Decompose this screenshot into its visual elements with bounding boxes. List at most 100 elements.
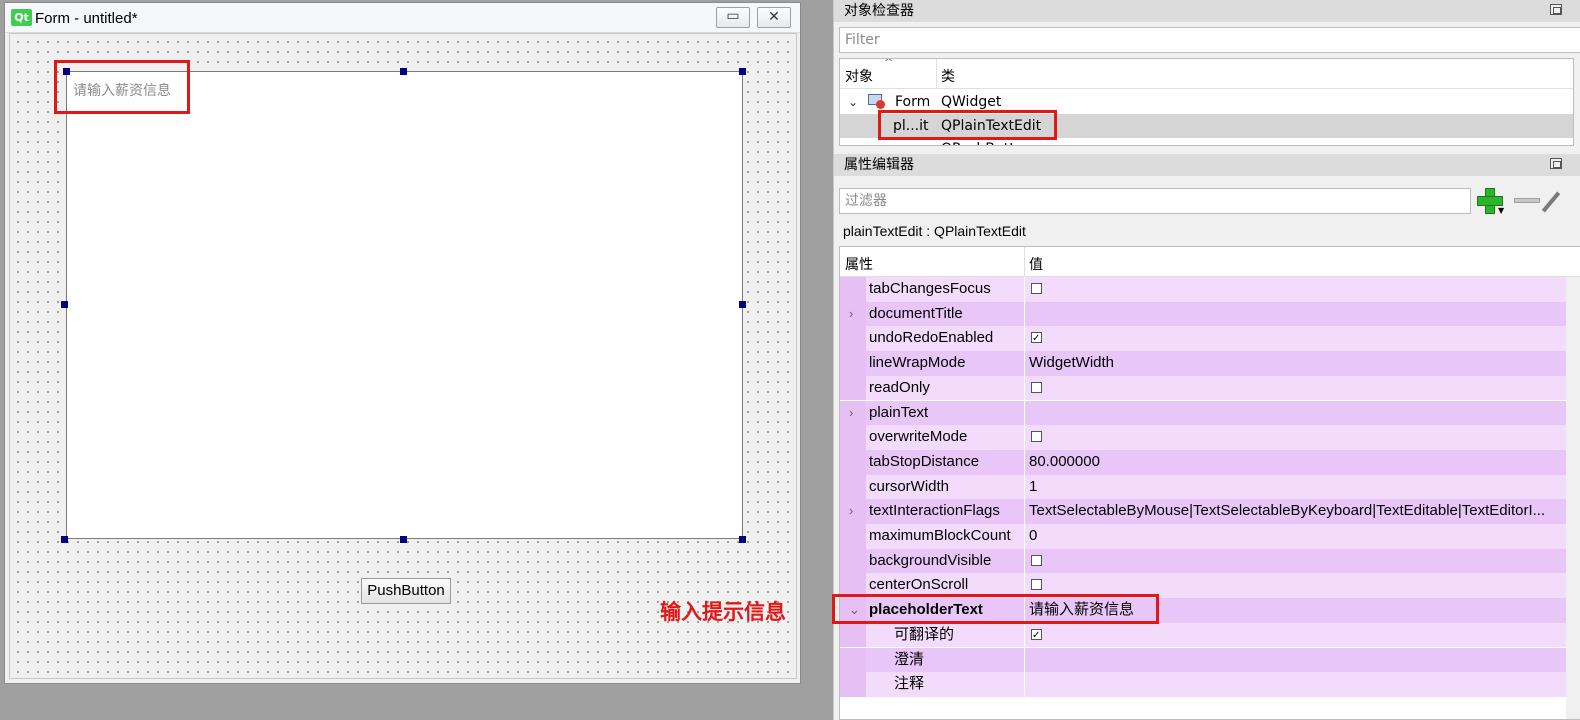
- property-name: 注释: [866, 672, 1024, 697]
- resize-handle-br[interactable]: [739, 536, 746, 543]
- plaintextedit-widget[interactable]: 请输入薪资信息: [66, 71, 743, 539]
- property-value[interactable]: [1025, 622, 1566, 648]
- column-header-object[interactable]: 对象: [845, 66, 873, 86]
- property-row[interactable]: 注释: [840, 672, 1566, 697]
- property-table[interactable]: 属性 值 tabChangesFocus › documentTitle undoRe…: [839, 246, 1580, 720]
- resize-handle-tr[interactable]: [739, 68, 746, 75]
- property-row-gutter: ›: [840, 301, 866, 327]
- form-canvas[interactable]: 请输入薪资信息 PushButton: [9, 33, 797, 679]
- property-name: undoRedoEnabled: [866, 326, 1024, 352]
- annotation-label: 输入提示信息: [660, 600, 786, 624]
- property-checkbox[interactable]: [1031, 624, 1042, 647]
- property-value[interactable]: 1: [1025, 474, 1566, 500]
- property-value[interactable]: [1025, 326, 1566, 352]
- property-name: tabStopDistance: [866, 449, 1024, 475]
- property-row[interactable]: maximumBlockCount 0: [840, 524, 1566, 549]
- form-widget-icon: [868, 94, 886, 109]
- property-object-label: plainTextEdit : QPlainTextEdit: [843, 223, 1026, 239]
- property-row[interactable]: › documentTitle: [840, 301, 1566, 327]
- property-row[interactable]: lineWrapMode WidgetWidth: [840, 351, 1566, 376]
- minimize-icon: ▭: [726, 8, 740, 24]
- property-value[interactable]: [1025, 277, 1566, 302]
- property-value[interactable]: WidgetWidth: [1025, 351, 1566, 376]
- form-title: Form - untitled*: [35, 10, 138, 27]
- property-value[interactable]: TextSelectableByMouse|TextSelectableByKe…: [1025, 499, 1566, 524]
- property-editor-title-label: 属性编辑器: [844, 157, 914, 173]
- property-name: textInteractionFlags: [866, 499, 1024, 524]
- property-name: maximumBlockCount: [866, 524, 1024, 549]
- tree-row-highlight-box: [878, 110, 1057, 140]
- property-name: documentTitle: [866, 301, 1024, 327]
- property-row[interactable]: cursorWidth 1: [840, 474, 1566, 500]
- property-name: backgroundVisible: [866, 548, 1024, 574]
- property-row[interactable]: › textInteractionFlags TextSelectableByMou…: [840, 499, 1566, 524]
- property-value[interactable]: [1025, 301, 1566, 327]
- property-name: plainText: [866, 400, 1024, 426]
- object-inspector-title-label: 对象检查器: [844, 3, 914, 19]
- property-value[interactable]: 80.000000: [1025, 449, 1566, 475]
- property-value[interactable]: [1025, 647, 1566, 673]
- property-row-gutter: [840, 622, 866, 648]
- resize-handle-bl[interactable]: [61, 536, 68, 543]
- object-tree-header: 对象 ^ 类: [840, 59, 1573, 89]
- property-checkbox[interactable]: [1031, 579, 1042, 591]
- property-value[interactable]: [1025, 400, 1566, 426]
- sort-indicator-icon: ^: [884, 58, 894, 69]
- property-value[interactable]: 0: [1025, 524, 1566, 549]
- configure-wrench-icon[interactable]: [1541, 191, 1561, 213]
- chevron-right-icon[interactable]: ›: [849, 302, 853, 326]
- property-row-gutter: [840, 326, 866, 352]
- resize-handle-mr[interactable]: [739, 301, 746, 308]
- column-header-value[interactable]: 值: [1029, 254, 1043, 274]
- resize-handle-tm[interactable]: [400, 68, 407, 75]
- chevron-right-icon[interactable]: ›: [849, 401, 853, 425]
- property-value[interactable]: [1025, 375, 1566, 401]
- property-row[interactable]: tabChangesFocus: [840, 277, 1566, 302]
- close-button[interactable]: ✕: [757, 7, 791, 28]
- resize-handle-bm[interactable]: [400, 536, 407, 543]
- property-highlight-box: [832, 594, 1159, 624]
- property-row[interactable]: › plainText: [840, 400, 1566, 426]
- property-name: overwriteMode: [866, 425, 1024, 450]
- property-checkbox[interactable]: [1031, 431, 1042, 443]
- chevron-down-icon[interactable]: ⌄: [848, 90, 858, 114]
- property-row[interactable]: undoRedoEnabled: [840, 326, 1566, 352]
- property-row[interactable]: backgroundVisible: [840, 548, 1566, 574]
- column-header-property[interactable]: 属性: [845, 254, 873, 274]
- form-titlebar: Qt Form - untitled* ▭ ✕: [5, 3, 800, 33]
- property-row-gutter: [840, 449, 866, 475]
- property-scrollbar[interactable]: [1566, 277, 1580, 719]
- property-row-gutter: ›: [840, 499, 866, 524]
- property-checkbox[interactable]: [1031, 381, 1042, 393]
- property-row-gutter: [840, 375, 866, 401]
- property-name: lineWrapMode: [866, 351, 1024, 376]
- float-dock-icon[interactable]: [1550, 158, 1562, 169]
- close-icon: ✕: [768, 9, 780, 25]
- property-value[interactable]: [1025, 425, 1566, 450]
- property-value[interactable]: [1025, 672, 1566, 697]
- chevron-down-icon[interactable]: ▼: [1498, 206, 1504, 215]
- property-value[interactable]: [1025, 548, 1566, 574]
- property-row-gutter: [840, 474, 866, 500]
- property-row[interactable]: overwriteMode: [840, 425, 1566, 450]
- resize-handle-ml[interactable]: [61, 301, 68, 308]
- property-filter-input[interactable]: 过滤器: [839, 188, 1471, 214]
- property-name: cursorWidth: [866, 474, 1024, 500]
- remove-property-icon[interactable]: [1514, 198, 1540, 203]
- minimize-button[interactable]: ▭: [716, 7, 750, 28]
- column-header-class[interactable]: 类: [941, 66, 955, 86]
- property-row[interactable]: 澄清: [840, 647, 1566, 673]
- property-checkbox[interactable]: [1031, 283, 1042, 294]
- float-dock-icon[interactable]: [1550, 4, 1562, 15]
- property-checkbox[interactable]: [1031, 554, 1042, 566]
- property-table-header: 属性 值: [840, 247, 1580, 277]
- property-row-gutter: [840, 277, 866, 302]
- object-filter-input[interactable]: Filter: [839, 27, 1580, 53]
- property-row-gutter: [840, 548, 866, 574]
- property-checkbox[interactable]: [1031, 327, 1042, 351]
- property-row[interactable]: 可翻译的: [840, 622, 1566, 648]
- property-row[interactable]: readOnly: [840, 375, 1566, 401]
- property-row[interactable]: tabStopDistance 80.000000: [840, 449, 1566, 475]
- pushbutton-widget[interactable]: PushButton: [361, 578, 451, 604]
- chevron-right-icon[interactable]: ›: [849, 499, 853, 523]
